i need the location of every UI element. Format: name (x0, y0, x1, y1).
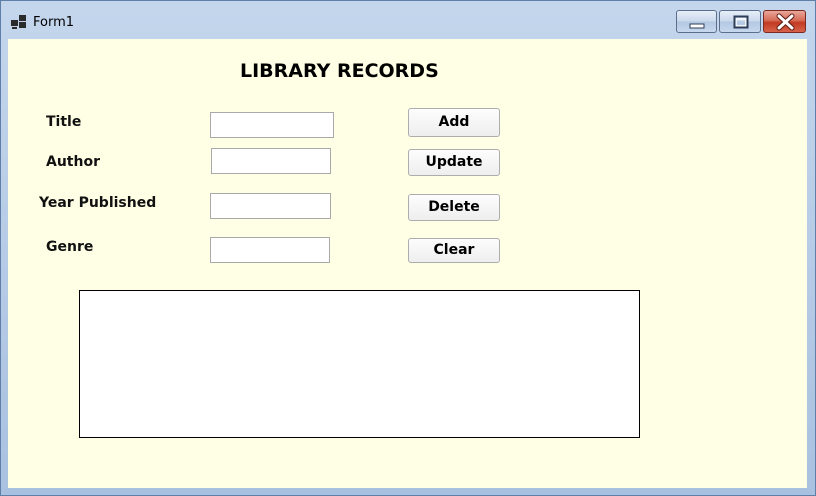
minimize-icon (689, 23, 705, 29)
winforms-app-icon (11, 15, 26, 29)
author-input[interactable] (211, 148, 331, 174)
add-button[interactable]: Add (408, 108, 500, 137)
window-title: Form1 (33, 15, 75, 30)
genre-label: Genre (46, 239, 94, 255)
form-client-area: LIBRARY RECORDS Title Author Year Publis… (8, 39, 807, 488)
close-button[interactable] (763, 10, 806, 33)
title-bar[interactable]: Form1 (1, 1, 815, 38)
genre-input[interactable] (210, 237, 330, 263)
delete-button[interactable]: Delete (408, 194, 500, 221)
maximize-icon (733, 15, 749, 29)
maximize-button[interactable] (719, 10, 761, 33)
update-button[interactable]: Update (408, 149, 500, 176)
minimize-button[interactable] (676, 10, 717, 33)
year-published-label: Year Published (39, 195, 157, 211)
author-label: Author (46, 154, 100, 170)
records-list-box[interactable] (79, 290, 640, 438)
page-title: LIBRARY RECORDS (240, 60, 439, 82)
year-published-input[interactable] (210, 193, 331, 219)
title-input[interactable] (210, 112, 334, 138)
close-icon (776, 13, 795, 31)
form1-window: Form1 LIBRARY RECORDS Title Author Year … (0, 0, 816, 496)
clear-button[interactable]: Clear (408, 238, 500, 263)
title-label: Title (46, 114, 82, 130)
